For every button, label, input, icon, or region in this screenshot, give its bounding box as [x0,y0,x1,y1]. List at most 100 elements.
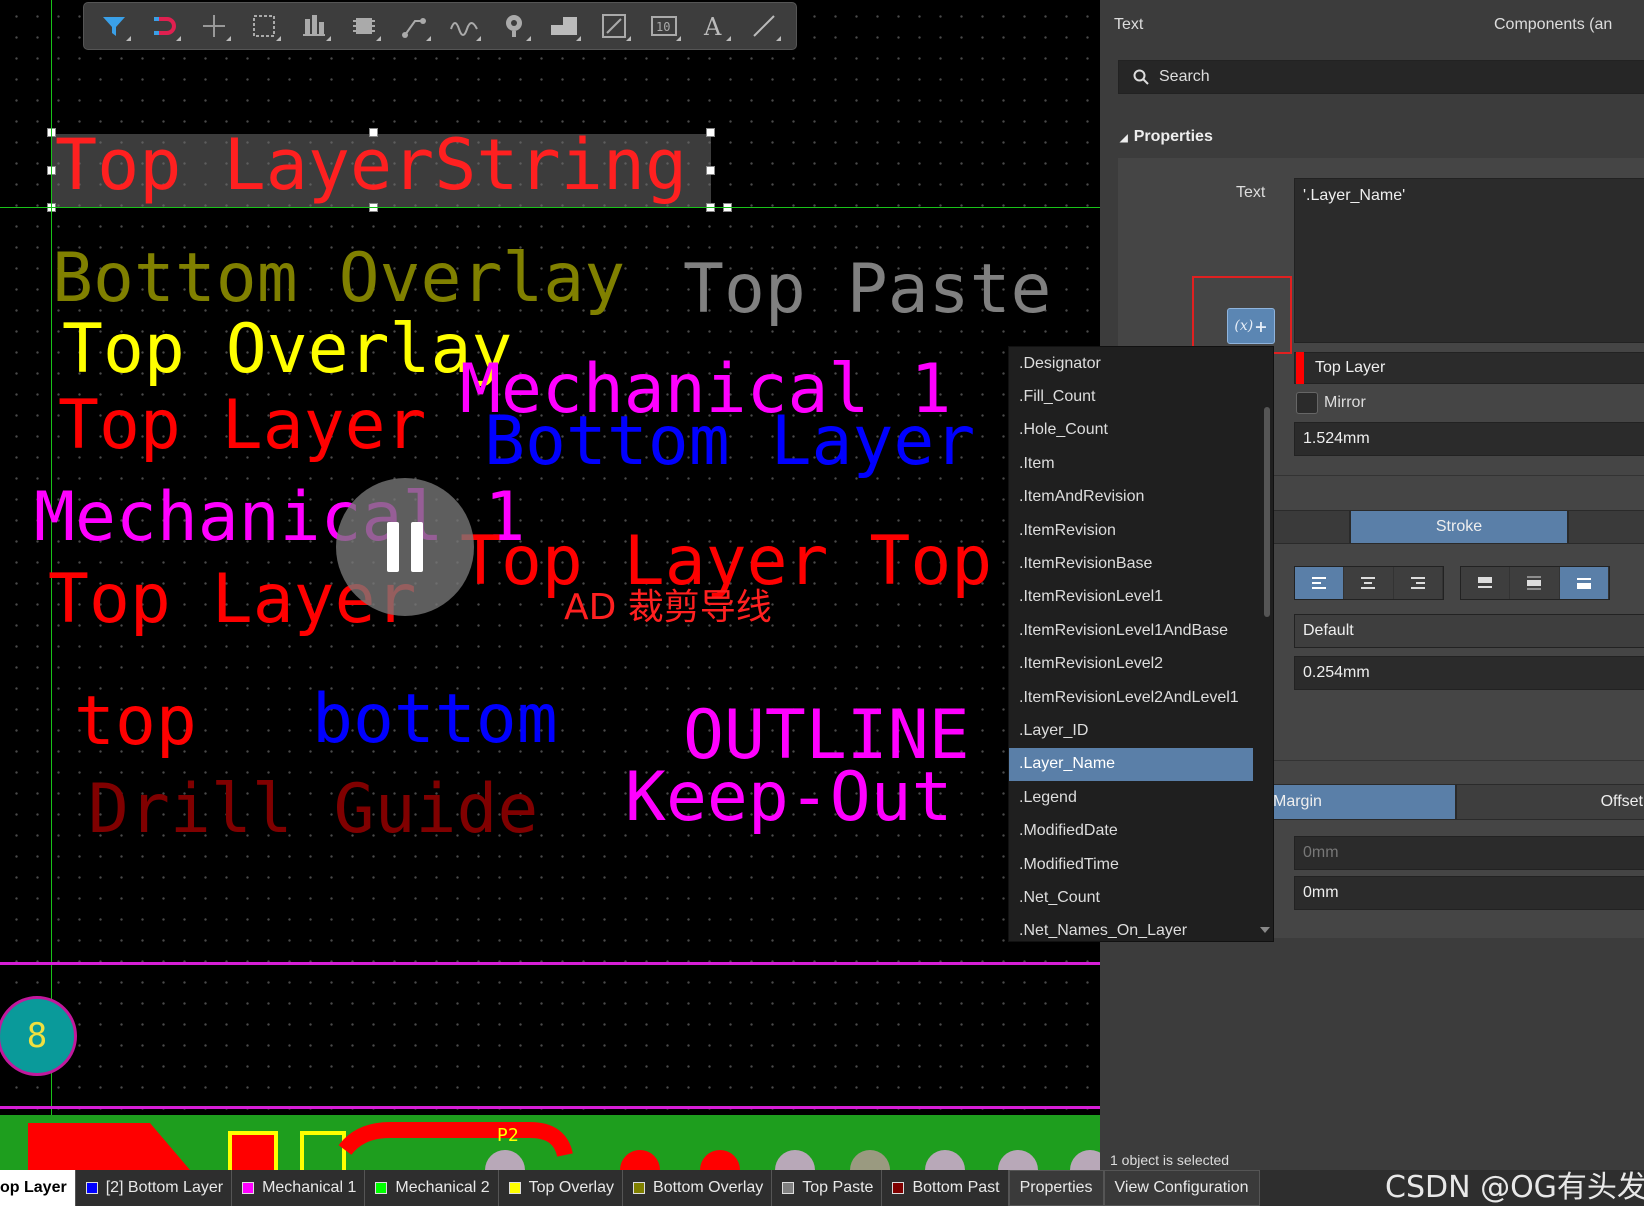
layer-color-swatch [375,1182,388,1194]
snap-magnet-icon[interactable] [146,8,182,44]
margin-tab[interactable]: Margin [1272,784,1456,820]
selection-handle[interactable] [706,128,715,137]
layer-tab-label: Mechanical 2 [395,1179,490,1196]
copper-traces [28,1122,1100,1170]
dropdown-item[interactable]: .ItemRevisionLevel2AndLevel1 [1009,681,1253,714]
stroke-width-field[interactable]: 0.254mm [1294,656,1644,690]
text-top-layer-a[interactable]: Top Layer [58,392,426,460]
mirror-label: Mirror [1324,394,1366,411]
offset-field[interactable]: 0mm [1294,876,1644,910]
interactive-route-icon[interactable] [446,8,482,44]
dropdown-item[interactable]: .Fill_Count [1009,380,1253,413]
layer-tab[interactable]: Bottom Overlay [623,1170,773,1206]
selected-text-string[interactable]: Top LayerString [55,130,687,200]
selection-handle[interactable] [369,128,378,137]
filter-icon[interactable] [96,8,132,44]
crosshair-icon[interactable] [196,8,232,44]
dropdown-scrollbar[interactable] [1264,407,1270,617]
dropdown-item[interactable]: .ItemRevisionLevel2 [1009,648,1253,681]
select-rect-icon[interactable] [246,8,282,44]
text-top-lower[interactable]: top [74,688,197,756]
dropdown-item[interactable]: .ItemRevisionLevel1AndBase [1009,614,1253,647]
text-keep-out[interactable]: Keep-Out [625,764,953,832]
fill-icon[interactable] [546,8,582,44]
layer-tab[interactable]: op Layer [0,1170,76,1206]
text-bottom-lower[interactable]: bottom [312,686,558,754]
dropdown-item[interactable]: .ItemRevisionBase [1009,547,1253,580]
panel-tab-view-configuration[interactable]: View Configuration [1103,1170,1260,1206]
layer-select[interactable]: Top Layer [1294,352,1644,384]
layer-tab[interactable]: Mechanical 1 [232,1170,366,1206]
margin-field[interactable]: 0mm [1294,836,1644,870]
line-icon[interactable] [746,8,782,44]
justify-center-button[interactable] [1344,567,1394,599]
dropdown-item[interactable]: .ModifiedTime [1009,848,1253,881]
layer-tab[interactable]: Mechanical 2 [365,1170,499,1206]
justify-top-button[interactable] [1461,567,1511,599]
text-value-field[interactable]: '.Layer_Name' [1294,178,1644,343]
insert-special-string-button[interactable]: (x) + [1227,308,1275,344]
layer-tab-label: Bottom Overlay [653,1179,764,1196]
layer-tab-label: Mechanical 1 [262,1179,357,1196]
justify-left-button[interactable] [1295,567,1345,599]
layer-tab[interactable]: [2] Bottom Layer [76,1170,233,1206]
justify-right-button[interactable] [1393,567,1443,599]
board-outline-top [0,962,1100,965]
properties-section-header[interactable]: ◢ Properties [1120,128,1213,146]
dimension-icon[interactable] [596,8,632,44]
font-type-barcode-tab[interactable] [1568,510,1644,544]
layer-tab[interactable]: Top Overlay [499,1170,624,1206]
dropdown-item[interactable]: .Layer_Name [1009,747,1253,782]
dropdown-item[interactable]: .Layer_ID [1009,714,1253,747]
dropdown-item[interactable]: .ItemRevisionLevel1 [1009,581,1253,614]
justify-horizontal-group [1294,566,1444,600]
dropdown-item[interactable]: .Designator [1009,347,1253,380]
dropdown-item[interactable]: .Item [1009,447,1253,480]
text-top-layer-top[interactable]: Top Layer Top [460,528,992,596]
font-select[interactable]: Default [1294,614,1644,648]
layer-color-swatch [85,1182,98,1194]
dropdown-item[interactable]: .Net_Count [1009,881,1253,914]
text-height-field[interactable]: 1.524mm [1294,422,1644,456]
svg-text:10: 10 [656,20,670,34]
mirror-checkbox[interactable] [1296,392,1318,414]
offset-tab[interactable]: Offset [1456,784,1644,820]
panel-tab-properties[interactable]: Properties [1008,1170,1104,1206]
scroll-down-icon[interactable] [1260,927,1270,933]
string-number-icon[interactable]: 10 [646,8,682,44]
dropdown-item[interactable]: .Legend [1009,781,1253,814]
pad-8[interactable]: 8 [0,996,77,1076]
layer-tab-label: Top Overlay [528,1179,615,1196]
font-type-truetype-tab[interactable] [1270,510,1350,544]
dropdown-item[interactable]: .Hole_Count [1009,414,1253,447]
align-bottom-icon [1576,578,1591,589]
text-label: Text [1236,184,1266,201]
via-icon[interactable] [496,8,532,44]
video-pause-button[interactable] [336,478,474,616]
dropdown-item[interactable]: .ItemRevision [1009,514,1253,547]
dropdown-item[interactable]: .Net_Names_On_Layer [1009,915,1253,941]
text-bottom-overlay[interactable]: Bottom Overlay [52,245,625,313]
copper-region[interactable]: P2 [0,1115,1100,1170]
justify-middle-button[interactable] [1510,567,1560,599]
align-icon[interactable] [296,8,332,44]
text-top-overlay[interactable]: Top Overlay [62,316,512,384]
font-type-stroke-tab[interactable]: Stroke [1350,510,1568,544]
dropdown-item[interactable]: .ItemAndRevision [1009,481,1253,514]
text-top-paste[interactable]: Top Paste [683,256,1051,324]
layer-tab[interactable]: Bottom Past [882,1170,1009,1206]
pcb-canvas[interactable]: Top LayerString Bottom Overlay Top Paste… [0,0,1100,1170]
layer-tab[interactable]: Top Paste [772,1170,883,1206]
panel-header-object-type: Text [1114,16,1144,33]
search-input[interactable]: Search [1118,60,1644,94]
text-icon[interactable]: A [696,8,732,44]
panel-header-filter[interactable]: Components (an [1494,16,1612,34]
route-icon[interactable] [396,8,432,44]
justify-bottom-button[interactable] [1559,567,1609,599]
margin-value: 0mm [1303,844,1339,861]
component-icon[interactable] [346,8,382,44]
text-drill-guide[interactable]: Drill Guide [88,776,538,844]
selection-handle[interactable] [706,166,715,175]
dropdown-item[interactable]: .ModifiedDate [1009,814,1253,847]
text-bottom-layer[interactable]: Bottom Layer [484,408,975,476]
